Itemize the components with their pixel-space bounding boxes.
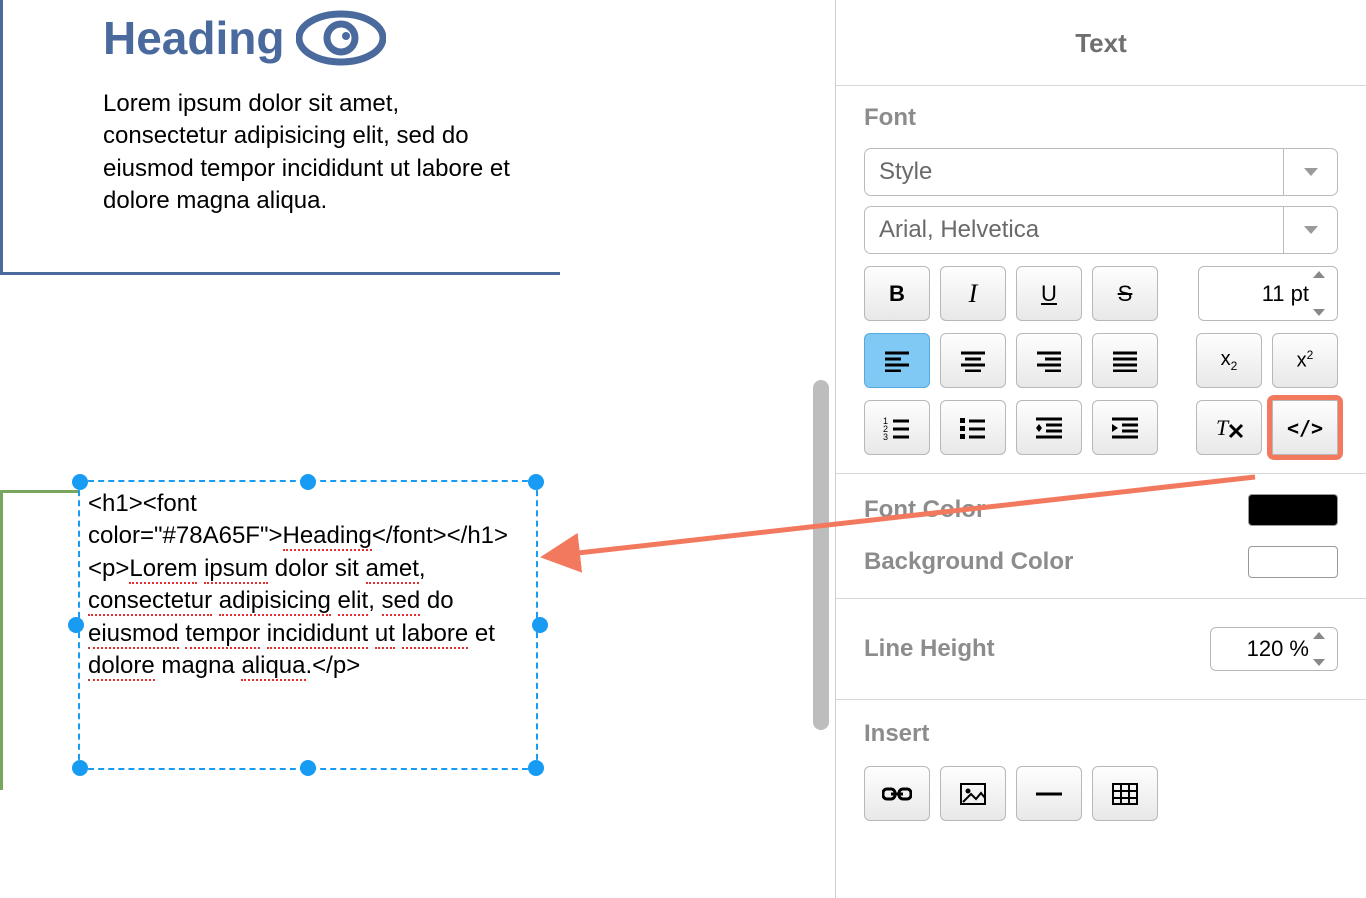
html-source-text[interactable]: <h1><font color="#78A65F">Heading</font>… [80, 482, 536, 688]
align-left-button[interactable] [864, 333, 930, 388]
resize-handle-se[interactable] [528, 760, 544, 776]
font-size-input[interactable]: 11 pt [1198, 266, 1338, 321]
html-mode-button[interactable]: </> [1272, 400, 1338, 455]
editing-textbox[interactable]: <h1><font color="#78A65F">Heading</font>… [78, 480, 538, 770]
chevron-down-icon[interactable] [1283, 149, 1337, 195]
line-height-input[interactable]: 120 % [1210, 627, 1338, 671]
chevron-down-icon[interactable] [1283, 207, 1337, 253]
clear-formatting-button[interactable]: T [1196, 400, 1262, 455]
font-family-select[interactable]: Arial, Helvetica [864, 206, 1338, 254]
eye-icon [296, 8, 386, 68]
rendered-heading-box: Heading Lorem ipsum dolor sit amet, cons… [0, 0, 560, 275]
panel-title: Text [836, 0, 1366, 85]
scrollbar-thumb[interactable] [813, 380, 829, 730]
subscript-button[interactable]: x2 [1196, 333, 1262, 388]
insert-section: Insert [836, 699, 1366, 841]
unordered-list-button[interactable] [940, 400, 1006, 455]
align-center-button[interactable] [940, 333, 1006, 388]
font-color-label: Font Color [864, 496, 985, 524]
ordered-list-button[interactable]: 123 [864, 400, 930, 455]
resize-handle-s[interactable] [300, 760, 316, 776]
green-box-edge [0, 490, 78, 790]
font-family-value: Arial, Helvetica [879, 216, 1039, 244]
vertical-scrollbar[interactable] [813, 0, 829, 898]
indent-button[interactable] [1092, 400, 1158, 455]
canvas-area[interactable]: Heading Lorem ipsum dolor sit amet, cons… [0, 0, 808, 898]
background-color-row: Background Color [836, 536, 1366, 588]
insert-link-button[interactable] [864, 766, 930, 821]
strikethrough-button[interactable]: S [1092, 266, 1158, 321]
align-right-button[interactable] [1016, 333, 1082, 388]
font-style-select[interactable]: Style [864, 148, 1338, 196]
svg-text:T: T [1216, 415, 1230, 440]
underline-button[interactable]: U [1016, 266, 1082, 321]
insert-section-label: Insert [864, 720, 1338, 748]
background-color-swatch[interactable] [1248, 546, 1338, 578]
insert-image-button[interactable] [940, 766, 1006, 821]
line-height-row: Line Height 120 % [836, 598, 1366, 699]
align-justify-button[interactable] [1092, 333, 1158, 388]
font-section-label: Font [864, 104, 1338, 132]
font-size-value: 11 pt [1262, 281, 1309, 307]
font-color-row: Font Color [836, 484, 1366, 536]
italic-button[interactable]: I [940, 266, 1006, 321]
font-section: Font Style Arial, Helvetica B I U S 11 p… [836, 85, 1366, 473]
text-properties-panel: Text Font Style Arial, Helvetica B I U S… [835, 0, 1366, 898]
background-color-label: Background Color [864, 548, 1073, 576]
line-height-value: 120 % [1247, 636, 1309, 662]
font-style-placeholder: Style [879, 158, 932, 186]
line-height-label: Line Height [864, 635, 995, 663]
superscript-button[interactable]: x2 [1272, 333, 1338, 388]
line-height-stepper[interactable] [1313, 632, 1333, 666]
insert-hr-button[interactable] [1016, 766, 1082, 821]
font-size-stepper[interactable] [1313, 271, 1333, 316]
body-text: Lorem ipsum dolor sit amet, consectetur … [103, 88, 518, 218]
insert-table-button[interactable] [1092, 766, 1158, 821]
resize-handle-sw[interactable] [72, 760, 88, 776]
svg-text:3: 3 [883, 432, 888, 440]
heading-text: Heading [103, 11, 284, 65]
outdent-button[interactable] [1016, 400, 1082, 455]
bold-button[interactable]: B [864, 266, 930, 321]
font-color-swatch[interactable] [1248, 494, 1338, 526]
